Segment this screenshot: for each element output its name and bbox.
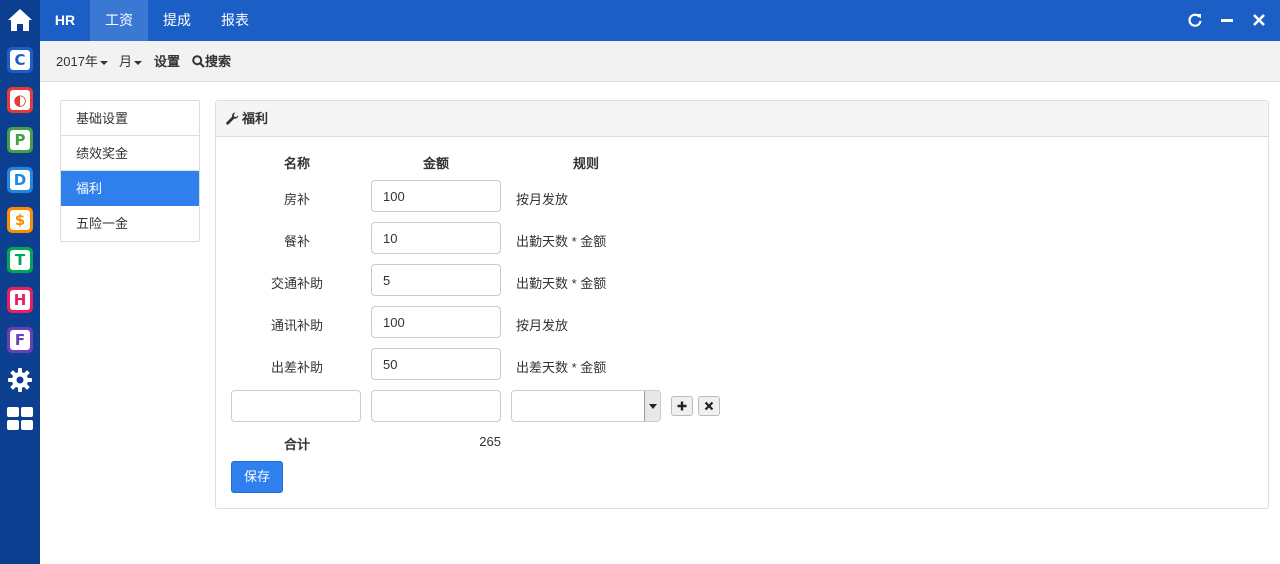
select-arrow[interactable]: [644, 391, 660, 421]
app-letter: H: [10, 290, 30, 310]
benefit-name: 交通补助: [270, 276, 323, 291]
column-header-name: 名称: [283, 156, 310, 171]
benefit-amount-input[interactable]: [371, 180, 501, 212]
benefit-rule: 出勤天数 * 金额: [516, 276, 607, 291]
month-label: 月: [119, 54, 133, 69]
home-icon[interactable]: [6, 6, 34, 34]
s-app-icon[interactable]: $: [7, 207, 33, 233]
search-button[interactable]: 搜索: [192, 41, 231, 82]
benefit-rule: 按月发放: [516, 318, 569, 333]
app-letter: P: [10, 130, 30, 150]
close-icon[interactable]: [1251, 12, 1267, 28]
h-app-icon[interactable]: H: [7, 287, 33, 313]
benefit-amount-input[interactable]: [371, 306, 501, 338]
side-nav-performance-bonus[interactable]: 绩效奖金: [61, 136, 199, 171]
benefit-name: 房补: [283, 192, 310, 207]
dashboard-grid-icon[interactable]: [7, 407, 33, 431]
settings-button[interactable]: 设置: [154, 41, 180, 82]
benefit-rule: 出差天数 * 金额: [516, 360, 607, 375]
app-letter: D: [10, 170, 30, 190]
year-dropdown[interactable]: 2017年: [56, 41, 108, 82]
brand-label[interactable]: HR: [40, 0, 90, 41]
benefit-rule: 按月发放: [516, 192, 569, 207]
t-app-icon[interactable]: T: [7, 247, 33, 273]
add-row-button[interactable]: [671, 396, 693, 416]
app-letter: $: [10, 210, 30, 230]
chevron-down-icon: [649, 404, 657, 409]
app-letter: ◐: [10, 90, 30, 110]
sub-toolbar: 2017年 月 设置 搜索: [40, 41, 1280, 82]
new-benefit-rule-select[interactable]: [511, 390, 661, 422]
side-nav-basic-settings[interactable]: 基础设置: [61, 101, 199, 136]
app-rail: C ◐ P D $ T H F: [0, 0, 40, 564]
year-label: 2017年: [56, 54, 98, 69]
tab-commission[interactable]: 提成: [148, 0, 206, 41]
search-icon: [192, 55, 205, 68]
new-benefit-name-input[interactable]: [231, 390, 361, 422]
total-label: 合计: [283, 437, 310, 452]
plus-icon: [677, 401, 687, 411]
column-header-amount: 金额: [422, 156, 449, 171]
x-icon: [704, 401, 714, 411]
side-nav-benefits[interactable]: 福利: [61, 171, 199, 206]
f-app-icon[interactable]: F: [7, 327, 33, 353]
benefit-rule: 出勤天数 * 金额: [516, 234, 607, 249]
save-button[interactable]: 保存: [231, 461, 283, 493]
benefit-amount-input[interactable]: [371, 264, 501, 296]
p-app-icon[interactable]: P: [7, 127, 33, 153]
side-nav-social-insurance[interactable]: 五险一金: [61, 206, 199, 241]
column-header-rule: 规则: [572, 156, 599, 171]
app-letter: C: [10, 50, 30, 70]
total-value: 265: [479, 434, 501, 449]
gear-icon[interactable]: [7, 367, 33, 393]
o-app-icon[interactable]: ◐: [7, 87, 33, 113]
benefit-amount-input[interactable]: [371, 222, 501, 254]
wrench-icon: [226, 112, 239, 125]
chevron-down-icon: [134, 60, 143, 65]
app-letter: F: [10, 330, 30, 350]
new-benefit-amount-input[interactable]: [371, 390, 501, 422]
chevron-down-icon: [99, 60, 108, 65]
benefit-name: 餐补: [283, 234, 310, 249]
tab-salary[interactable]: 工资: [90, 0, 148, 41]
panel-title: 福利: [242, 111, 269, 126]
app-letter: T: [10, 250, 30, 270]
panel-header: 福利: [216, 101, 1268, 137]
top-nav-bar: HR 工资 提成 报表: [40, 0, 1280, 41]
benefit-amount-input[interactable]: [371, 348, 501, 380]
benefit-name: 通讯补助: [270, 318, 323, 333]
d-app-icon[interactable]: D: [7, 167, 33, 193]
settings-side-nav: 基础设置 绩效奖金 福利 五险一金: [60, 100, 200, 242]
benefit-name: 出差补助: [270, 360, 323, 375]
c-app-icon[interactable]: C: [7, 47, 33, 73]
month-dropdown[interactable]: 月: [119, 41, 143, 82]
benefits-panel: 福利 名称 金额 规则 房补 按月发放 餐补 出勤天数 * 金额 交通补助 出勤…: [215, 100, 1269, 509]
remove-row-button[interactable]: [698, 396, 720, 416]
search-label: 搜索: [205, 54, 232, 69]
minimize-icon[interactable]: [1219, 12, 1235, 28]
tab-reports[interactable]: 报表: [206, 0, 264, 41]
refresh-icon[interactable]: [1187, 12, 1203, 28]
